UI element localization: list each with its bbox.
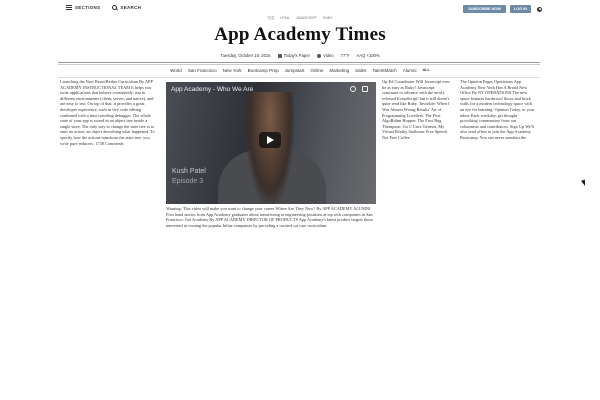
- lang-link[interactable]: JAVASCRIPT: [296, 16, 317, 21]
- divider: [58, 62, 540, 63]
- video-episode: Episode 3: [172, 178, 204, 185]
- language-links: 中文 HTML JAVASCRIPT RUBY: [0, 16, 600, 21]
- nav-item-bootcamp-prep[interactable]: Bootcamp Prep: [248, 68, 279, 73]
- nav-item-marketing[interactable]: Marketing: [329, 68, 349, 73]
- article-left[interactable]: Launching the New React/Redux Curriculum…: [60, 79, 158, 146]
- video-label: Video: [322, 53, 334, 58]
- divider: [58, 77, 540, 78]
- article-right-1[interactable]: Op-Ed Contributor Will Javascript ever b…: [382, 79, 452, 141]
- masthead-title[interactable]: App Academy Times: [0, 24, 600, 46]
- article-center[interactable]: Warning: This video will make you want t…: [166, 206, 376, 228]
- newspaper-icon: [277, 53, 282, 58]
- search-icon: [112, 5, 118, 10]
- video-person-name: Kush Patel: [172, 168, 206, 175]
- nav-item-sales[interactable]: Sales: [355, 68, 366, 73]
- video-person: [246, 92, 294, 204]
- sections-button[interactable]: SECTIONS: [66, 5, 100, 10]
- sections-label: SECTIONS: [75, 5, 101, 10]
- nav-item-new-york[interactable]: New York: [223, 68, 242, 73]
- divider: [58, 64, 540, 65]
- top-bar-right: SUBSCRIBE NOW LOG IN: [463, 5, 542, 13]
- weather-temp: 77°F: [340, 53, 350, 58]
- login-button[interactable]: LOG IN: [509, 5, 531, 13]
- todays-paper-link[interactable]: Today's Paper: [277, 53, 310, 58]
- lang-link[interactable]: HTML: [280, 16, 290, 21]
- hamburger-icon: [66, 5, 72, 10]
- dateline: Tuesday, October 18, 2016 Today's Paper …: [0, 53, 600, 58]
- share-icon[interactable]: [362, 86, 368, 92]
- nav-item-alumni[interactable]: Alumni: [403, 68, 417, 73]
- subscribe-button[interactable]: SUBSCRIBE NOW: [463, 5, 506, 13]
- nav-item-world[interactable]: World: [170, 68, 182, 73]
- mouse-cursor: [581, 179, 587, 187]
- date-text: Tuesday, October 18, 2016: [220, 53, 271, 58]
- nav-item-online[interactable]: Online: [310, 68, 323, 73]
- todays-paper-label: Today's Paper: [283, 53, 310, 58]
- search-button[interactable]: SEARCH: [112, 5, 141, 10]
- market-index: AAQ +100%: [356, 53, 380, 58]
- video-title[interactable]: App Academy - Who We Are: [171, 86, 253, 93]
- gear-icon[interactable]: [537, 6, 542, 12]
- nav-item-talentmatch[interactable]: TalentMatch: [372, 68, 396, 73]
- lang-link[interactable]: RUBY: [323, 16, 333, 21]
- lang-link[interactable]: 中文: [267, 16, 274, 21]
- nav-item-san-francisco[interactable]: San Francisco: [188, 68, 217, 73]
- search-label: SEARCH: [120, 5, 142, 10]
- top-bar-left: SECTIONS SEARCH: [66, 5, 141, 10]
- video-player[interactable]: App Academy - Who We Are Kush Patel Epis…: [166, 82, 376, 204]
- video-link[interactable]: Video: [316, 53, 334, 58]
- article-right-2[interactable]: The Opinion Pages Operations App Academy…: [460, 79, 536, 141]
- watch-later-icon[interactable]: [350, 86, 356, 92]
- nav-item-all[interactable]: ALL: [422, 68, 429, 73]
- play-button[interactable]: [259, 132, 281, 148]
- nav-item-jumpstart[interactable]: Jumpstart: [285, 68, 305, 73]
- section-nav: World San Francisco New York Bootcamp Pr…: [0, 68, 600, 73]
- video-icon: [316, 53, 321, 58]
